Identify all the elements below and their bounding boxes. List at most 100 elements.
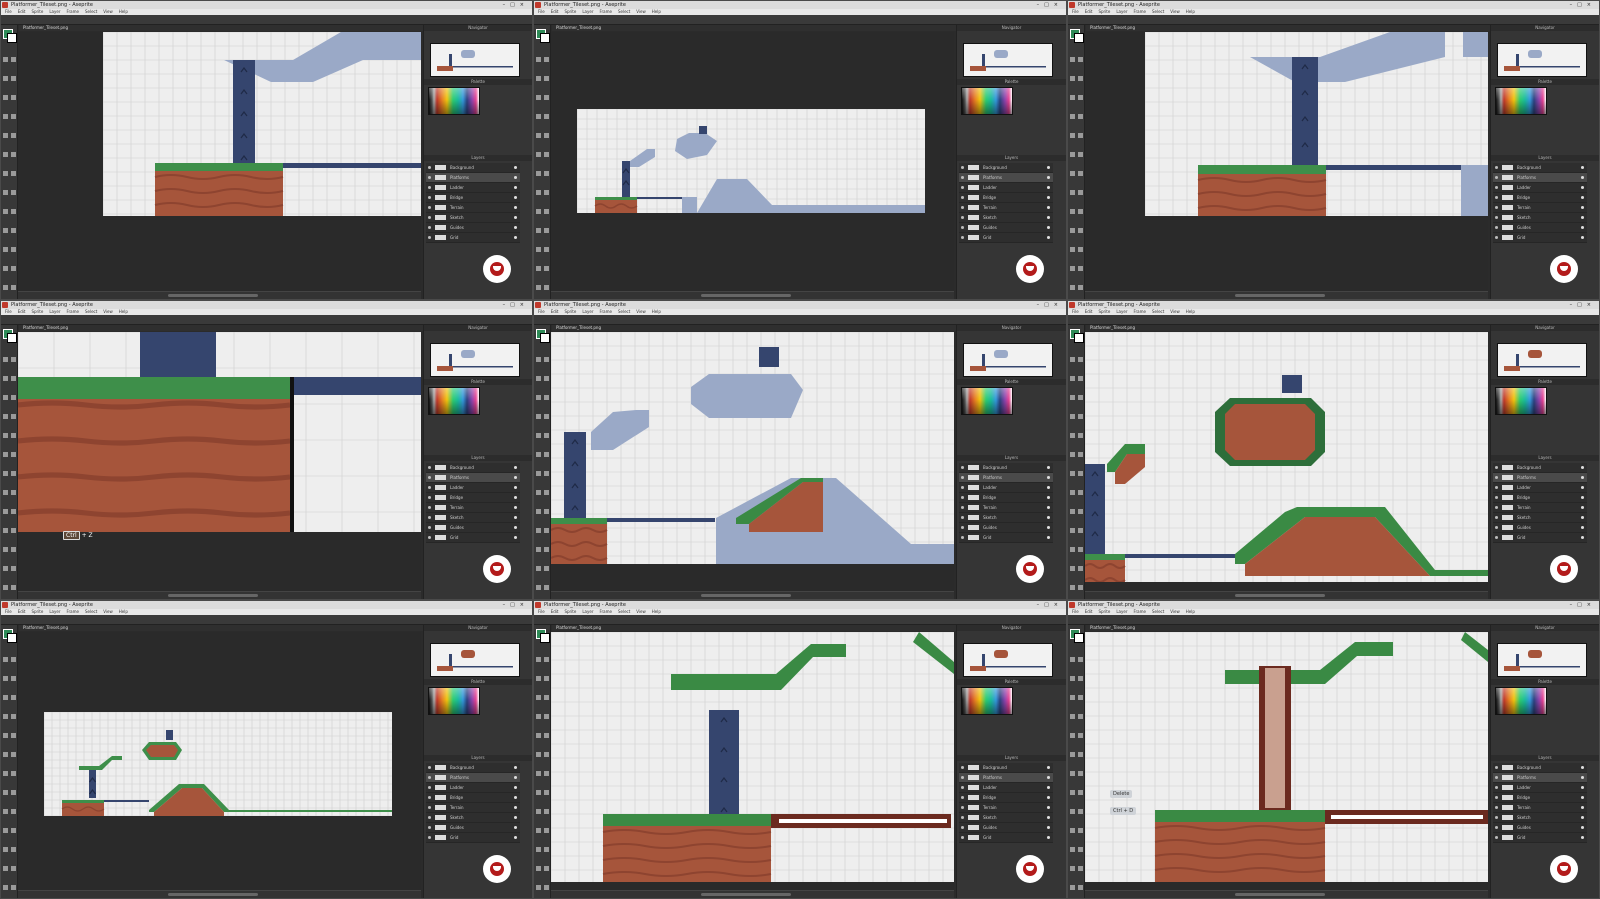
tool-icon[interactable] (544, 133, 549, 138)
menu-item[interactable]: Frame (1133, 309, 1145, 314)
tool-icon[interactable] (11, 509, 16, 514)
menu-item[interactable]: Frame (1133, 9, 1145, 14)
layer-row[interactable]: Bridge (1493, 493, 1587, 503)
lock-icon[interactable] (1581, 496, 1584, 499)
menu-item[interactable]: Layer (49, 9, 60, 14)
layer-row[interactable]: Platforms (1493, 473, 1587, 483)
tool-icon[interactable] (3, 566, 8, 571)
tool-icon[interactable] (1078, 247, 1083, 252)
eye-icon[interactable] (961, 206, 964, 209)
tool-icon[interactable] (1078, 285, 1083, 290)
layer-row[interactable]: Sketch (426, 513, 520, 523)
eye-icon[interactable] (961, 796, 964, 799)
menu-item[interactable]: Select (618, 609, 630, 614)
tool-icon[interactable] (544, 266, 549, 271)
tool-icon[interactable] (1078, 471, 1083, 476)
lock-icon[interactable] (1581, 466, 1584, 469)
tool-icon[interactable] (11, 885, 16, 890)
tool-icon[interactable] (536, 57, 541, 62)
tool-icon[interactable] (3, 152, 8, 157)
layer-row[interactable]: Platforms (959, 173, 1053, 183)
tool-icon[interactable] (536, 266, 541, 271)
eye-icon[interactable] (1495, 806, 1498, 809)
tool-icon[interactable] (1070, 752, 1075, 757)
lock-icon[interactable] (1581, 206, 1584, 209)
lock-icon[interactable] (514, 536, 517, 539)
tool-icon[interactable] (1078, 266, 1083, 271)
layer-row[interactable]: Platforms (426, 473, 520, 483)
tool-icon[interactable] (1070, 247, 1075, 252)
window-controls[interactable]: –□× (1570, 1, 1596, 9)
window-controls[interactable]: –□× (503, 301, 529, 309)
tool-palette[interactable] (1068, 325, 1085, 599)
tool-icon[interactable] (544, 809, 549, 814)
tool-palette[interactable] (534, 625, 551, 898)
tool-icon[interactable] (11, 433, 16, 438)
background-color-swatch[interactable] (540, 333, 550, 343)
menu-item[interactable]: Sprite (31, 309, 43, 314)
eye-icon[interactable] (961, 826, 964, 829)
eye-icon[interactable] (428, 206, 431, 209)
tool-icon[interactable] (1070, 376, 1075, 381)
tool-icon[interactable] (544, 471, 549, 476)
menu-item[interactable]: Edit (551, 609, 559, 614)
tool-icon[interactable] (1078, 790, 1083, 795)
lock-icon[interactable] (1047, 516, 1050, 519)
tool-icon[interactable] (1078, 695, 1083, 700)
lock-icon[interactable] (1047, 836, 1050, 839)
background-color-swatch[interactable] (7, 333, 17, 343)
tool-icon[interactable] (3, 771, 8, 776)
lock-icon[interactable] (514, 496, 517, 499)
lock-icon[interactable] (1581, 826, 1584, 829)
tool-icon[interactable] (3, 695, 8, 700)
eye-icon[interactable] (1495, 536, 1498, 539)
layer-row[interactable]: Bridge (426, 193, 520, 203)
tool-icon[interactable] (544, 752, 549, 757)
lock-icon[interactable] (1047, 826, 1050, 829)
tool-icon[interactable] (11, 209, 16, 214)
menu-item[interactable]: Edit (18, 609, 26, 614)
layer-row[interactable]: Background (1493, 163, 1587, 173)
tool-icon[interactable] (3, 171, 8, 176)
tool-icon[interactable] (536, 95, 541, 100)
tool-icon[interactable] (536, 133, 541, 138)
tool-icon[interactable] (11, 490, 16, 495)
tool-icon[interactable] (3, 733, 8, 738)
tool-icon[interactable] (544, 433, 549, 438)
layer-row[interactable]: Ladder (1493, 483, 1587, 493)
tool-palette[interactable] (1068, 625, 1085, 898)
layer-row[interactable]: Platforms (1493, 773, 1587, 783)
tool-icon[interactable] (544, 566, 549, 571)
menu-item[interactable]: File (5, 9, 12, 14)
tool-palette[interactable] (534, 25, 551, 299)
tool-icon[interactable] (544, 95, 549, 100)
lock-icon[interactable] (1581, 476, 1584, 479)
tool-icon[interactable] (1070, 547, 1075, 552)
canvas-workspace[interactable] (551, 32, 954, 291)
menu-item[interactable]: Sprite (1098, 309, 1110, 314)
background-color-swatch[interactable] (540, 633, 550, 643)
layer-row[interactable]: Bridge (1493, 193, 1587, 203)
tool-icon[interactable] (536, 528, 541, 533)
layer-row[interactable]: Bridge (959, 793, 1053, 803)
background-color-swatch[interactable] (1074, 633, 1084, 643)
document-tab[interactable]: Platformer_Tileset.png (1086, 25, 1500, 31)
eye-icon[interactable] (1495, 776, 1498, 779)
eye-icon[interactable] (961, 806, 964, 809)
eye-icon[interactable] (428, 766, 431, 769)
tool-icon[interactable] (1070, 357, 1075, 362)
window-controls[interactable]: –□× (503, 1, 529, 9)
eye-icon[interactable] (961, 216, 964, 219)
lock-icon[interactable] (1581, 766, 1584, 769)
tool-icon[interactable] (1070, 657, 1075, 662)
tool-icon[interactable] (1078, 714, 1083, 719)
lock-icon[interactable] (1047, 526, 1050, 529)
tool-icon[interactable] (3, 433, 8, 438)
tool-icon[interactable] (1070, 714, 1075, 719)
tool-icon[interactable] (536, 285, 541, 290)
tool-icon[interactable] (544, 376, 549, 381)
menu-item[interactable]: Sprite (31, 9, 43, 14)
lock-icon[interactable] (1581, 796, 1584, 799)
eye-icon[interactable] (428, 506, 431, 509)
eye-icon[interactable] (961, 486, 964, 489)
